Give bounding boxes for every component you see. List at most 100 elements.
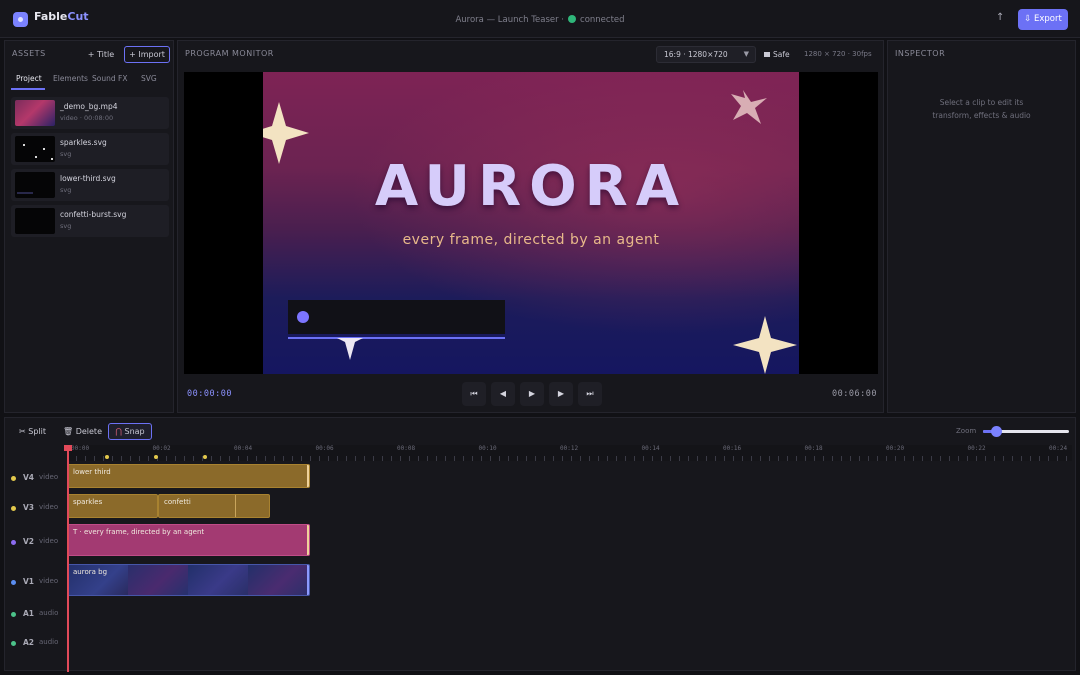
ruler-minor-tick (805, 456, 806, 461)
ruler-minor-tick (985, 456, 986, 461)
clip-label: sparkles (73, 498, 103, 506)
clip-sparkles[interactable]: sparkles (67, 494, 158, 518)
time-ruler[interactable]: 00:00 00:02 00:04 00:06 00:08 00:10 00:12 00:14… (67, 445, 1072, 461)
asset-tabs: Project Elements Sound FX SVG (11, 72, 169, 90)
clip-aurora-bg[interactable]: aurora bg (67, 564, 310, 596)
clip-trim-handle[interactable] (307, 465, 309, 487)
track-name: A2 (23, 638, 35, 647)
ruler-minor-tick (274, 456, 275, 461)
track-kind: audio (39, 609, 59, 617)
snap-toggle[interactable]: ⋂ Snap (108, 423, 152, 440)
resolution-select[interactable]: 16:9 · 1280×720 ▼ (656, 46, 756, 63)
ruler-minor-tick (661, 456, 662, 461)
project-title: Aurora — Launch Teaser · connected (455, 15, 625, 25)
ruler-tick-label: 00:24 (1049, 445, 1068, 452)
ruler-minor-tick (526, 456, 527, 461)
track-name: A1 (23, 609, 35, 618)
clip-title-text[interactable]: T · every frame, directed by an agent (67, 524, 310, 556)
ruler-minor-tick (1030, 456, 1031, 461)
inspector-hint: Select a clip to edit its transform, eff… (932, 98, 1031, 120)
safe-toggle[interactable]: Safe (764, 46, 798, 63)
delete-button[interactable]: 🗑 Delete (63, 423, 102, 440)
import-button[interactable]: + Import (124, 46, 170, 63)
lower-third-underline (288, 337, 505, 339)
ruler-minor-tick (535, 456, 536, 461)
ruler-minor-tick (715, 456, 716, 461)
asset-meta: svg (60, 150, 72, 158)
tab-svg[interactable]: SVG (141, 72, 157, 90)
tab-sound-fx[interactable]: Sound FX (92, 72, 127, 90)
keyframe-marker[interactable] (105, 455, 109, 459)
clip-label: aurora bg (73, 568, 108, 576)
track-kind: video (39, 577, 59, 585)
ruler-minor-tick (76, 456, 77, 461)
total-timecode: 00:06:00 (832, 389, 877, 399)
ruler-minor-tick (193, 456, 194, 461)
tab-elements[interactable]: Elements (53, 72, 88, 90)
split-button[interactable]: ✂ Split (19, 423, 46, 440)
ruler-minor-tick (886, 456, 887, 461)
asset-item[interactable]: confetti-burst.svg svg (11, 205, 169, 237)
ruler-minor-tick (373, 456, 374, 461)
ruler-minor-tick (319, 456, 320, 461)
ruler-minor-tick (724, 456, 725, 461)
step-back-button[interactable]: ◀ (491, 382, 515, 406)
keyframe-marker[interactable] (203, 455, 207, 459)
track-name: V3 (23, 503, 35, 512)
ruler-minor-tick (112, 456, 113, 461)
asset-name: _demo_bg.mp4 (60, 102, 118, 111)
step-forward-button[interactable]: ▶ (549, 382, 573, 406)
clip-lower-third[interactable]: lower third (67, 464, 310, 488)
clip-trim-handle[interactable] (307, 525, 309, 555)
ruler-tick-label: 00:18 (804, 445, 823, 452)
asset-item[interactable]: lower-third.svg svg (11, 169, 169, 201)
sparkle-star-icon (731, 90, 767, 124)
share-icon[interactable]: ↑ (996, 12, 1004, 23)
zoom-slider-handle[interactable] (990, 426, 1002, 437)
preview-stage[interactable]: AURORA every frame, directed by an agent (184, 72, 878, 374)
track-color-icon (11, 476, 16, 481)
ruler-minor-tick (553, 456, 554, 461)
zoom-label: Zoom (956, 427, 977, 435)
connection-status-icon (568, 15, 577, 23)
preview-canvas[interactable]: AURORA every frame, directed by an agent (263, 72, 799, 374)
asset-item[interactable]: sparkles.svg svg (11, 133, 169, 165)
skip-to-end-button[interactable]: ⏭ (578, 382, 602, 406)
transport-controls: ⏮ ◀ ▶ ▶ ⏭ (462, 382, 602, 406)
ruler-tick-label: 00:14 (641, 445, 660, 452)
clip-confetti[interactable]: confetti (158, 494, 270, 518)
ruler-minor-tick (544, 456, 545, 461)
ruler-minor-tick (130, 456, 131, 461)
skip-to-start-button[interactable]: ⏮ (462, 382, 486, 406)
ruler-minor-tick (931, 456, 932, 461)
playhead[interactable] (64, 445, 72, 672)
tab-project[interactable]: Project (11, 72, 45, 90)
asset-item[interactable]: _demo_bg.mp4 video · 00:08:00 (11, 97, 169, 129)
ruler-minor-tick (355, 456, 356, 461)
ruler-minor-tick (427, 456, 428, 461)
ruler-minor-tick (1066, 456, 1067, 461)
asset-thumbnail (15, 136, 55, 162)
track-kind: video (39, 537, 59, 545)
zoom-slider[interactable] (983, 426, 1069, 437)
ruler-minor-tick (859, 456, 860, 461)
ruler-minor-tick (1012, 456, 1013, 461)
clip-trim-handle[interactable] (307, 565, 309, 595)
ruler-minor-tick (418, 456, 419, 461)
ruler-minor-tick (769, 456, 770, 461)
export-button[interactable]: ⇩ Export (1018, 9, 1068, 30)
lower-third-dot-icon (297, 311, 309, 323)
keyframe-marker[interactable] (154, 455, 158, 459)
ruler-tick-label: 00:20 (886, 445, 905, 452)
ruler-minor-tick (976, 456, 977, 461)
ruler-minor-tick (409, 456, 410, 461)
ruler-minor-tick (913, 456, 914, 461)
add-title-button[interactable]: + Title (82, 46, 120, 63)
clip-label: T · every frame, directed by an agent (73, 528, 205, 536)
ruler-minor-tick (967, 456, 968, 461)
ruler-minor-tick (868, 456, 869, 461)
track-kind: video (39, 503, 59, 511)
play-button[interactable]: ▶ (520, 382, 544, 406)
ruler-minor-tick (904, 456, 905, 461)
magnet-icon: ⋂ (115, 427, 122, 436)
